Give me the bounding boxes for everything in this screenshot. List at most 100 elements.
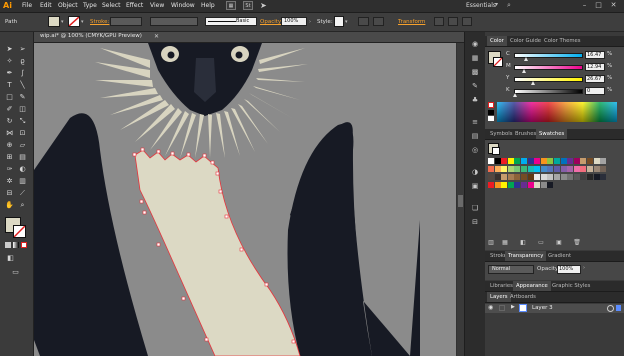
menu-object[interactable]: Object bbox=[58, 2, 78, 9]
swatch-cell[interactable] bbox=[534, 182, 541, 188]
minimize-button[interactable]: – bbox=[580, 1, 589, 10]
swatch-cell[interactable] bbox=[547, 158, 554, 164]
artboard-tool-icon[interactable]: ⊟ bbox=[4, 188, 15, 198]
swatch-cell[interactable] bbox=[560, 166, 567, 172]
swatch-cell[interactable] bbox=[554, 166, 560, 172]
gradient-panel-icon[interactable]: ▤ bbox=[470, 132, 480, 141]
swatch-cell[interactable] bbox=[507, 182, 514, 188]
swatch-cell[interactable] bbox=[521, 174, 527, 180]
color-panel-icon[interactable]: ◉ bbox=[470, 40, 480, 49]
rotate-tool-icon[interactable]: ↻ bbox=[4, 116, 15, 126]
tab-color-themes[interactable]: Color Themes bbox=[541, 36, 584, 46]
tab-libraries[interactable]: Libraries bbox=[487, 281, 516, 291]
slider-c-knob[interactable] bbox=[524, 57, 528, 61]
tab-appearance[interactable]: Appearance bbox=[513, 281, 551, 291]
swatch-cell[interactable] bbox=[547, 174, 554, 180]
swatches-icon[interactable]: ▩ bbox=[470, 68, 480, 77]
color-panel-stroke-box[interactable] bbox=[493, 57, 503, 67]
swatch-cell[interactable] bbox=[600, 158, 607, 164]
scrollbar-thumb[interactable] bbox=[458, 195, 463, 207]
artboards-icon[interactable]: ⊟ bbox=[470, 218, 480, 227]
new-color-group-icon[interactable]: ▭ bbox=[537, 239, 545, 246]
visibility-eye-icon[interactable]: ◉ bbox=[488, 304, 493, 311]
swatch-cell[interactable] bbox=[501, 166, 508, 172]
menu-type[interactable]: Type bbox=[83, 2, 97, 9]
swatch-cell[interactable] bbox=[593, 158, 600, 164]
stroke-weight-select[interactable] bbox=[110, 17, 142, 26]
blend-mode-select[interactable]: Normal bbox=[488, 265, 534, 274]
draw-mode-icon[interactable]: ◧ bbox=[5, 253, 16, 263]
mask-button[interactable] bbox=[448, 17, 458, 26]
rectangle-tool-icon[interactable]: □ bbox=[4, 92, 15, 102]
swatch-libraries-icon[interactable]: ▥ bbox=[487, 239, 495, 246]
opacity-arrow-icon[interactable]: › bbox=[309, 19, 311, 25]
width-tool-icon[interactable]: ⋈ bbox=[4, 128, 15, 138]
slider-k-track[interactable] bbox=[514, 89, 583, 94]
slider-k-knob[interactable] bbox=[513, 93, 517, 97]
swatch-cell[interactable] bbox=[494, 182, 501, 188]
swatch-cell[interactable] bbox=[573, 174, 580, 180]
swatch-cell[interactable] bbox=[580, 158, 587, 164]
swatch-cell[interactable] bbox=[560, 174, 567, 180]
document-tab-title[interactable]: wip.ai* @ 100% (CMYK/GPU Preview) bbox=[40, 33, 142, 39]
swatch-cell[interactable] bbox=[540, 166, 547, 172]
menu-select[interactable]: Select bbox=[102, 2, 121, 9]
swatch-cell[interactable] bbox=[573, 166, 580, 172]
fill-swatch[interactable] bbox=[48, 16, 60, 27]
menu-view[interactable]: View bbox=[150, 2, 164, 9]
stroke-chevron-icon[interactable]: ▾ bbox=[81, 19, 84, 25]
show-kinds-icon[interactable]: ▦ bbox=[501, 239, 509, 246]
align-options-button[interactable] bbox=[373, 17, 384, 26]
eraser-tool-icon[interactable]: ◫ bbox=[17, 104, 28, 114]
swatch-cell[interactable] bbox=[587, 158, 593, 164]
swatch-cell[interactable] bbox=[527, 182, 534, 188]
menu-edit[interactable]: Edit bbox=[40, 2, 52, 9]
swatch-cell[interactable] bbox=[514, 158, 521, 164]
swatch-cell[interactable] bbox=[494, 166, 501, 172]
tab-gradient[interactable]: Gradient bbox=[545, 251, 574, 261]
none-color-swatch[interactable] bbox=[488, 102, 494, 108]
variable-width-select[interactable] bbox=[150, 17, 198, 26]
transparency-icon[interactable]: ◎ bbox=[470, 146, 480, 155]
tab-color-guide[interactable]: Color Guide bbox=[507, 36, 544, 46]
lock-toggle[interactable] bbox=[499, 305, 505, 311]
panel-menu-button[interactable] bbox=[462, 17, 472, 26]
swatch-cell[interactable] bbox=[507, 166, 514, 172]
tab-swatches[interactable]: Swatches bbox=[536, 129, 568, 139]
free-transform-tool-icon[interactable]: ⊡ bbox=[17, 128, 28, 138]
gpu-performance-icon[interactable]: ➤ bbox=[260, 1, 267, 10]
opacity-input[interactable]: 100% bbox=[281, 17, 307, 26]
layers-icon[interactable]: ❏ bbox=[470, 204, 480, 213]
layer-name[interactable]: Layer 3 bbox=[532, 305, 553, 311]
slider-y-input[interactable]: 26.67 bbox=[585, 75, 605, 83]
appearance-icon[interactable]: ◑ bbox=[470, 168, 480, 177]
swatch-options-icon[interactable]: ◧ bbox=[519, 239, 527, 246]
swatch-cell[interactable] bbox=[600, 166, 607, 172]
swatch-cell[interactable] bbox=[554, 174, 560, 180]
paintbrush-tool-icon[interactable]: ✎ bbox=[17, 92, 28, 102]
swatch-cell[interactable] bbox=[514, 166, 521, 172]
tab-close-icon[interactable]: ✕ bbox=[154, 33, 159, 40]
opacity-chevron-icon[interactable]: › bbox=[583, 265, 585, 271]
maximize-button[interactable]: □ bbox=[594, 1, 603, 10]
swatch-cell[interactable] bbox=[488, 182, 494, 188]
swatch-cell[interactable] bbox=[587, 166, 593, 172]
color-mode-icon[interactable] bbox=[5, 242, 11, 248]
artboard-canvas[interactable] bbox=[34, 43, 456, 356]
new-swatch-icon[interactable]: ▣ bbox=[555, 239, 563, 246]
target-circle-icon[interactable] bbox=[607, 305, 614, 312]
swatch-cell[interactable] bbox=[501, 182, 508, 188]
swatch-cell[interactable] bbox=[488, 158, 494, 164]
swatches-stroke-box[interactable] bbox=[492, 147, 500, 155]
style-chevron-icon[interactable]: ▾ bbox=[345, 19, 348, 25]
stroke-label[interactable]: Stroke: bbox=[90, 19, 109, 25]
hand-tool-icon[interactable]: ✋ bbox=[4, 200, 15, 210]
swatch-cell[interactable] bbox=[554, 158, 560, 164]
tab-color[interactable]: Color bbox=[487, 36, 507, 46]
swatch-cell[interactable] bbox=[573, 158, 580, 164]
isolate-button[interactable] bbox=[434, 17, 444, 26]
swatch-cell[interactable] bbox=[560, 158, 567, 164]
direct-selection-tool-icon[interactable]: ➢ bbox=[17, 44, 28, 54]
line-tool-icon[interactable]: ╲ bbox=[17, 80, 28, 90]
swatch-cell[interactable] bbox=[580, 174, 587, 180]
